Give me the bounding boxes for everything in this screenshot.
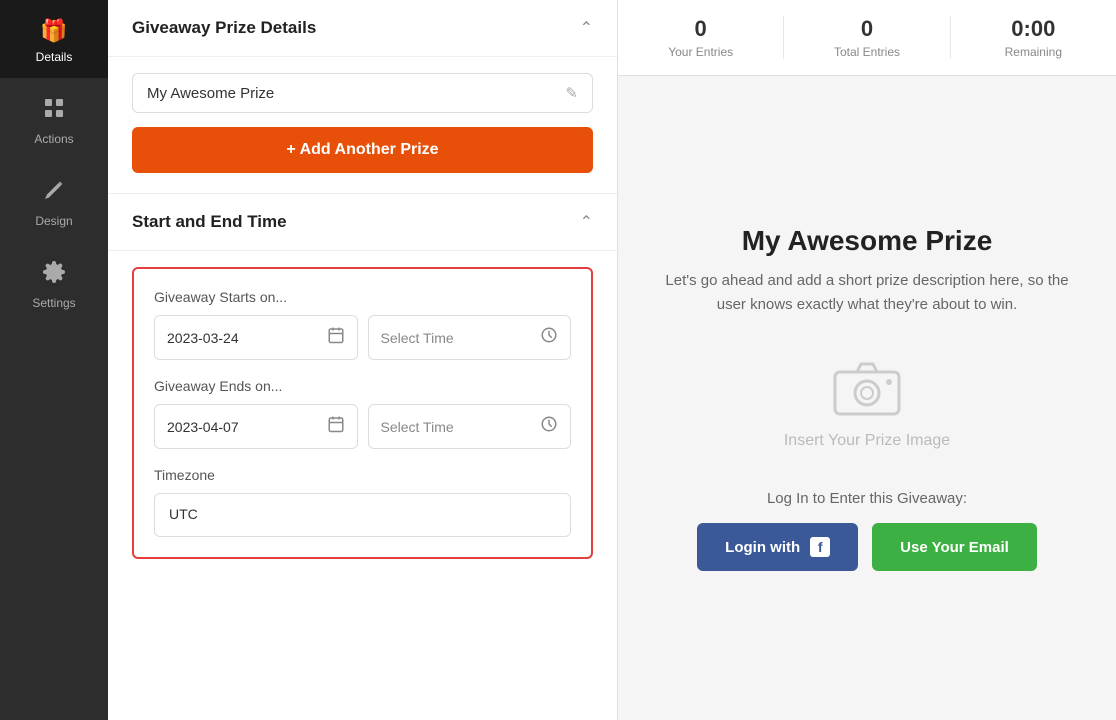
remaining-label: Remaining: [951, 45, 1116, 59]
prize-section: ✎ + Add Another Prize: [108, 57, 617, 194]
facebook-icon: f: [810, 537, 830, 557]
ends-date-time-row: Select Time: [154, 404, 571, 449]
stat-your-entries: 0 Your Entries: [618, 16, 784, 59]
add-prize-button[interactable]: + Add Another Prize: [132, 127, 593, 173]
camera-icon: [827, 353, 907, 418]
prize-details-header: Giveaway Prize Details ⌃: [108, 0, 617, 57]
starts-date-time-row: Select Time: [154, 315, 571, 360]
add-prize-label: + Add Another Prize: [286, 141, 438, 159]
prize-image-placeholder[interactable]: Insert Your Prize Image: [784, 353, 950, 450]
sidebar: 🎁 Details Actions Design: [0, 0, 108, 720]
your-entries-label: Your Entries: [618, 45, 783, 59]
sidebar-label-design: Design: [35, 214, 72, 228]
end-date-input[interactable]: [167, 419, 317, 435]
time-chevron-icon[interactable]: ⌃: [580, 212, 593, 232]
login-facebook-button[interactable]: Login with f: [697, 523, 858, 571]
prize-input-row: ✎: [132, 73, 593, 113]
login-section: Log In to Enter this Giveaway: Login wit…: [658, 490, 1076, 571]
start-date-input[interactable]: [167, 330, 317, 346]
start-time-input-wrap[interactable]: Select Time: [368, 315, 572, 360]
prize-name-input[interactable]: [147, 85, 565, 102]
total-entries-label: Total Entries: [784, 45, 949, 59]
starts-label: Giveaway Starts on...: [154, 289, 571, 305]
sidebar-item-settings[interactable]: Settings: [0, 242, 108, 324]
end-clock-icon: [540, 415, 558, 438]
your-entries-value: 0: [618, 16, 783, 42]
prize-image-label: Insert Your Prize Image: [784, 432, 950, 450]
calendar-icon[interactable]: [327, 326, 345, 349]
preview-prize-title: My Awesome Prize: [742, 225, 993, 257]
design-icon: [42, 178, 66, 208]
clock-icon: [540, 326, 558, 349]
end-calendar-icon[interactable]: [327, 415, 345, 438]
login-email-button[interactable]: Use Your Email: [872, 523, 1037, 571]
sidebar-item-actions[interactable]: Actions: [0, 78, 108, 160]
login-email-label: Use Your Email: [900, 539, 1009, 556]
stats-bar: 0 Your Entries 0 Total Entries 0:00 Rema…: [618, 0, 1116, 76]
end-time-text: Select Time: [381, 419, 531, 435]
stat-remaining: 0:00 Remaining: [951, 16, 1116, 59]
settings-icon: [42, 260, 66, 290]
end-date-input-wrap: [154, 404, 358, 449]
edit-icon[interactable]: ✎: [565, 84, 578, 102]
prize-details-title: Giveaway Prize Details: [132, 18, 316, 38]
end-time-input-wrap[interactable]: Select Time: [368, 404, 572, 449]
sidebar-item-design[interactable]: Design: [0, 160, 108, 242]
time-section-title: Start and End Time: [132, 212, 287, 232]
login-prompt: Log In to Enter this Giveaway:: [658, 490, 1076, 507]
timezone-input-wrap: [154, 493, 571, 537]
sidebar-label-actions: Actions: [34, 132, 73, 146]
total-entries-value: 0: [784, 16, 949, 42]
timezone-input[interactable]: [169, 506, 556, 522]
login-buttons: Login with f Use Your Email: [658, 523, 1076, 571]
right-panel: 0 Your Entries 0 Total Entries 0:00 Rema…: [618, 0, 1116, 720]
start-time-text: Select Time: [381, 330, 531, 346]
stat-total-entries: 0 Total Entries: [784, 16, 950, 59]
login-fb-label: Login with: [725, 539, 800, 556]
start-date-input-wrap: [154, 315, 358, 360]
gift-icon: 🎁: [40, 18, 67, 44]
time-section-header: Start and End Time ⌃: [108, 194, 617, 251]
remaining-value: 0:00: [951, 16, 1116, 42]
ends-label: Giveaway Ends on...: [154, 378, 571, 394]
sidebar-label-details: Details: [36, 50, 73, 64]
left-panel: Giveaway Prize Details ⌃ ✎ + Add Another…: [108, 0, 618, 720]
preview-area: My Awesome Prize Let's go ahead and add …: [618, 76, 1116, 720]
sidebar-item-details[interactable]: 🎁 Details: [0, 0, 108, 78]
sidebar-label-settings: Settings: [32, 296, 75, 310]
preview-description: Let's go ahead and add a short prize des…: [658, 269, 1076, 317]
actions-icon: [42, 96, 66, 126]
time-form-box: Giveaway Starts on... Select Time: [132, 267, 593, 559]
chevron-down-icon[interactable]: ⌃: [580, 18, 593, 38]
timezone-label: Timezone: [154, 467, 571, 483]
